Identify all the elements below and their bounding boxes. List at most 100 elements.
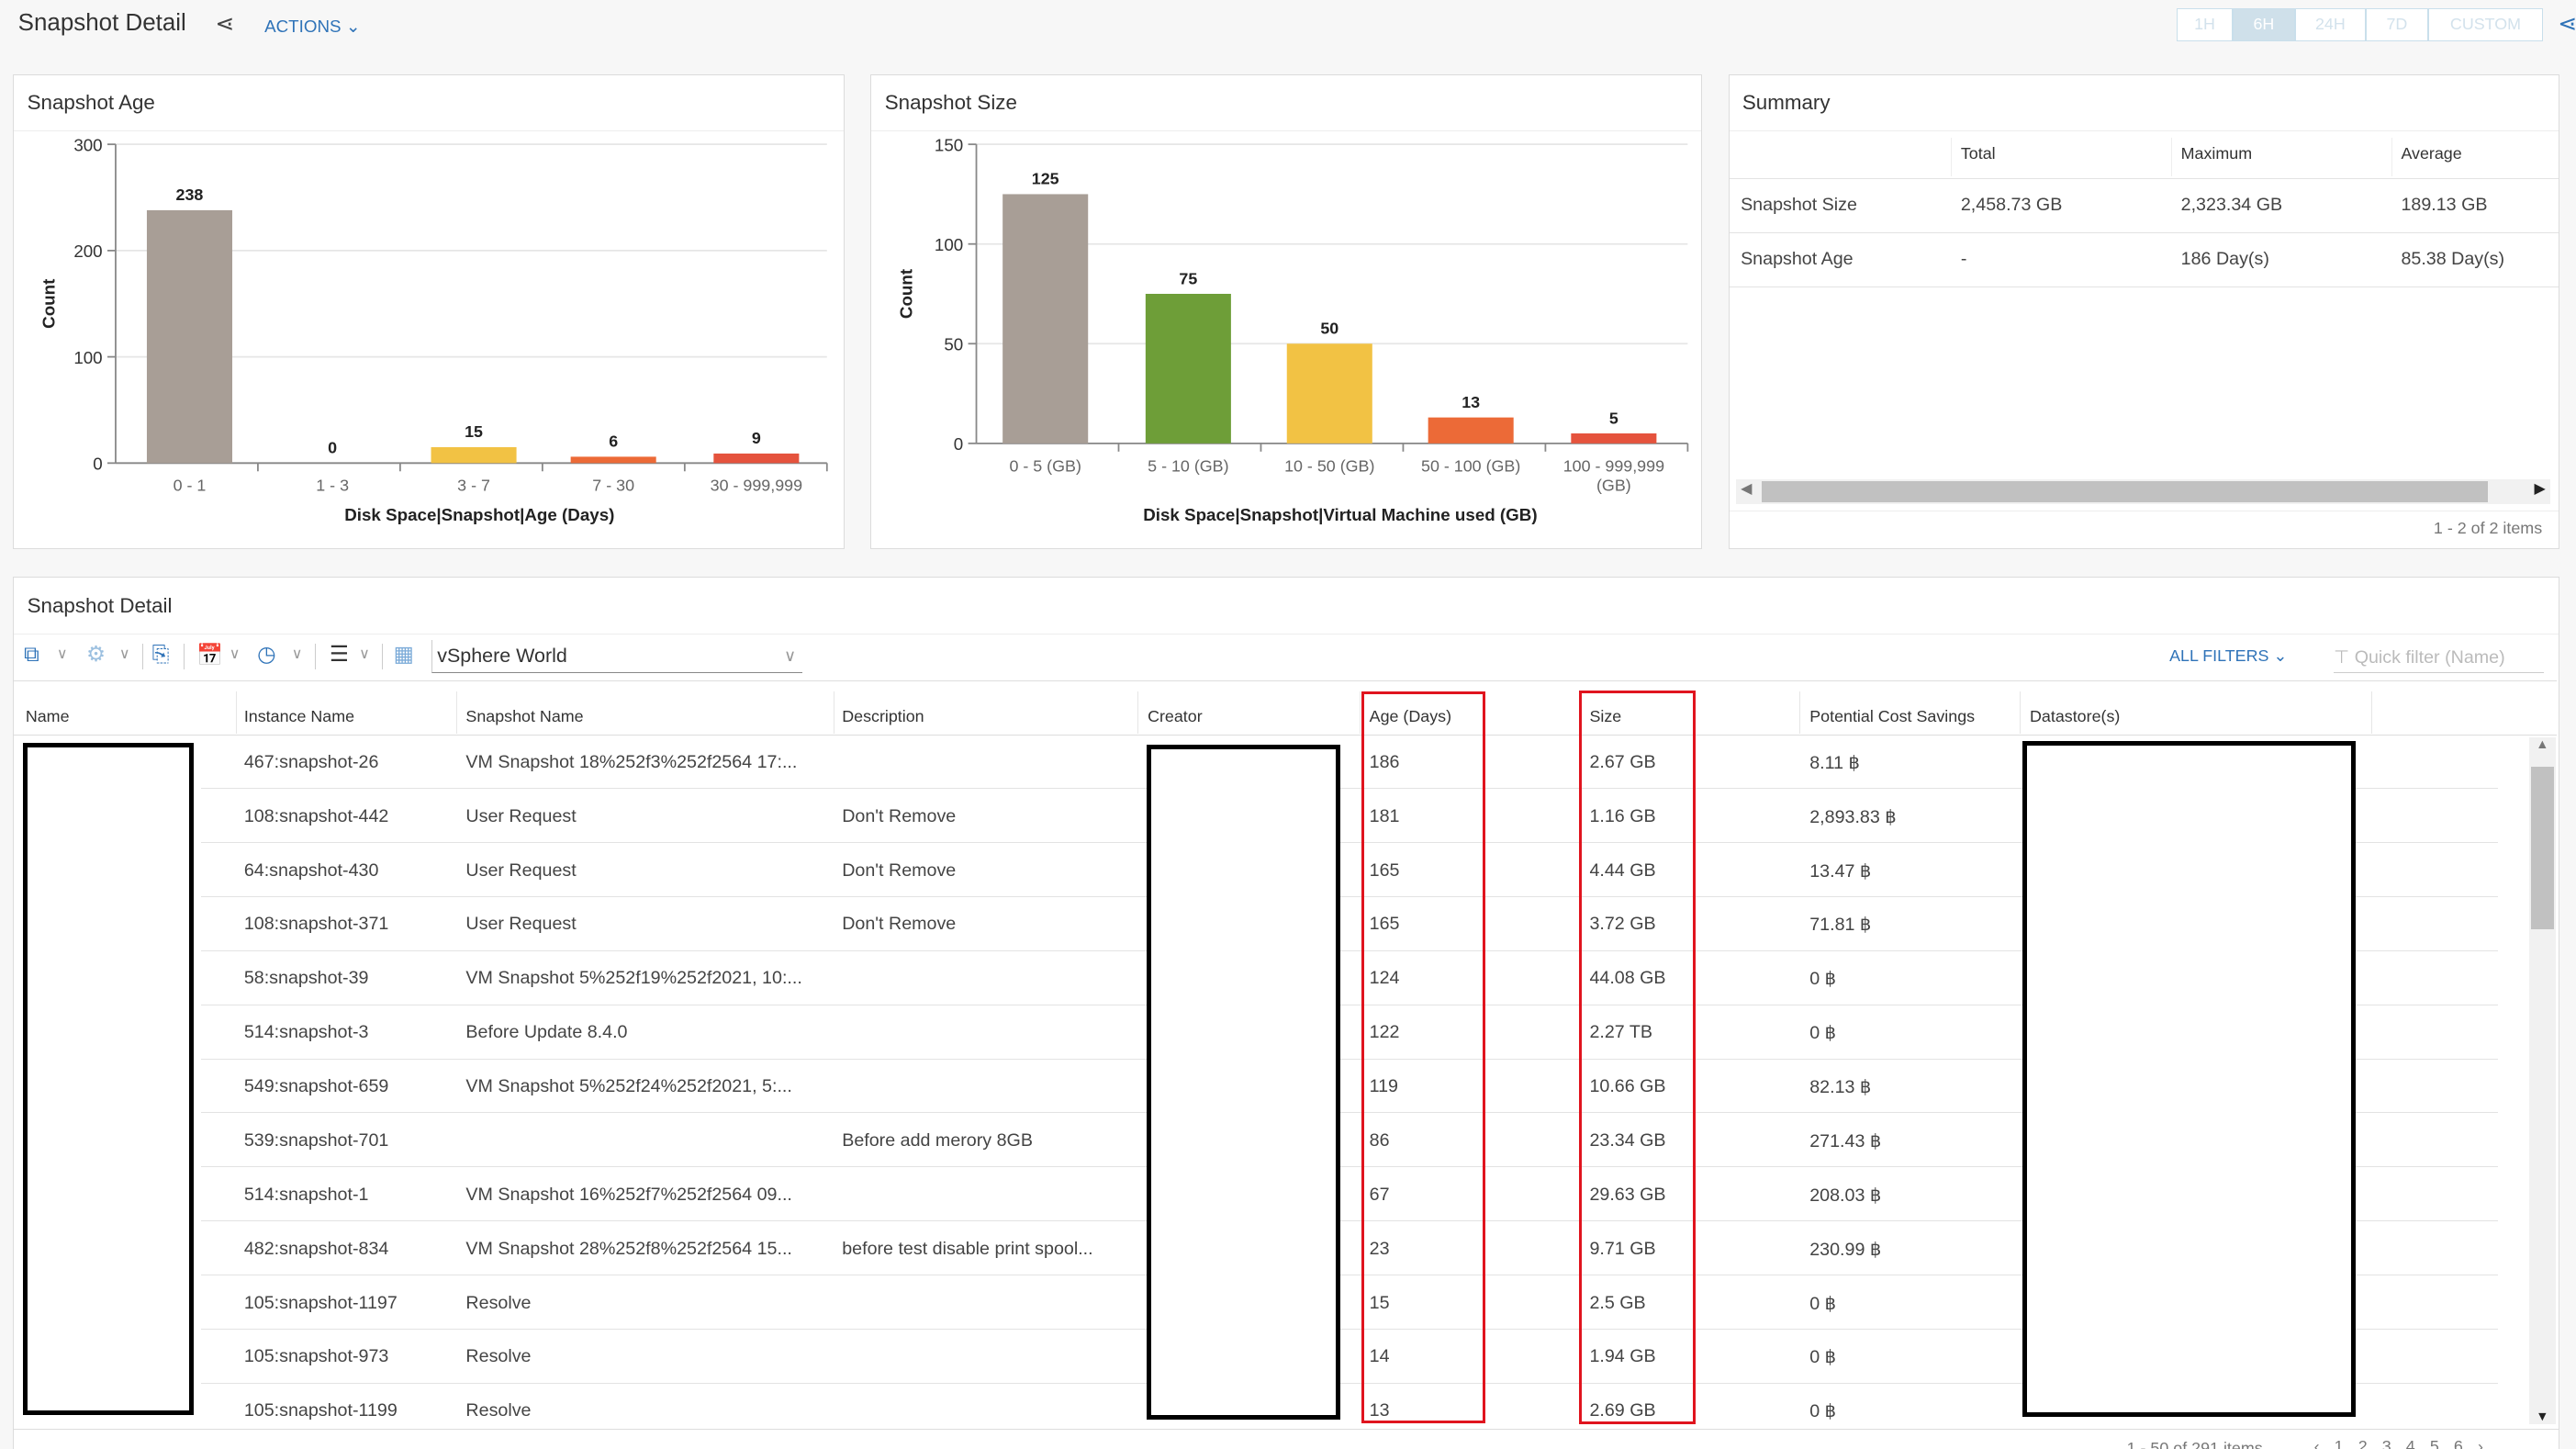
cell-description: Don't Remove (842, 859, 957, 881)
open-external-icon[interactable]: ⧉ (24, 642, 39, 667)
cell-instance-name: 539:snapshot-701 (243, 1129, 389, 1151)
chevron-down-icon: ⌄ (345, 16, 361, 36)
horizontal-scrollbar[interactable]: ◀ ▶ (1735, 478, 2551, 504)
y-axis-label: Count (897, 268, 916, 319)
x-axis-label: Disk Space|Snapshot|Age (Days) (345, 504, 615, 523)
prev-page-button[interactable]: ‹ (2314, 1437, 2320, 1449)
cell-potential-cost-savings: 2,893.83 ฿ (1809, 806, 1897, 827)
cell-snapshot-name: User Request (465, 859, 577, 881)
cell-potential-cost-savings: 0 ฿ (1809, 969, 1837, 990)
page-button[interactable]: 1 (2335, 1437, 2344, 1449)
share-icon[interactable]: ⋖ (215, 10, 234, 38)
vertical-scrollbar[interactable]: ▲ ▼ (2529, 736, 2556, 1424)
x-tick-label: 50 - 100 (GB) (1421, 456, 1520, 475)
quick-filter-input[interactable]: ⊤ Quick filter (Name) (2334, 642, 2545, 673)
page-button[interactable]: 6 (2454, 1437, 2463, 1449)
filter-icon: ⊤ (2334, 646, 2350, 668)
column-header-description[interactable]: Description (842, 707, 924, 726)
redacted-name-column (23, 742, 195, 1415)
chevron-down-icon[interactable]: ∨ (292, 645, 303, 663)
cell-instance-name: 514:snapshot-3 (243, 1022, 369, 1043)
scrollbar-thumb[interactable] (1762, 480, 2489, 502)
cell-description: before test disable print spool... (842, 1238, 1093, 1259)
page-button[interactable]: 2 (2358, 1437, 2368, 1449)
page-button[interactable]: 3 (2382, 1437, 2391, 1449)
time-range-6h[interactable]: 6H (2232, 7, 2295, 41)
snapshot-size-chart: 0 50 100 150 125 0 - 5 (GB) 75 5 - 10 (GB) 50 10 … (897, 135, 1689, 523)
column-header-name[interactable]: Name (26, 707, 70, 726)
toolbar: ⧉ ∨ ⚙ ∨ ⎘ 📅 ∨ ◷ ∨ ☰ ∨ ▦ vSphere World ∨ ALL F… (14, 635, 2558, 681)
time-range-1h[interactable]: 1H (2177, 7, 2233, 41)
chevron-down-icon[interactable]: ∨ (119, 645, 130, 663)
time-range-24h[interactable]: 24H (2294, 7, 2366, 41)
summary-footer: 1 - 2 of 2 items (2433, 518, 2543, 537)
data-label: 13 (1462, 392, 1481, 410)
y-tick-label: 100 (935, 234, 963, 253)
column-header-datastore-s[interactable]: Datastore(s) (2030, 707, 2120, 726)
x-tick-label: 10 - 50 (GB) (1285, 456, 1375, 475)
data-label: 9 (752, 429, 761, 447)
scroll-up-icon[interactable]: ▲ (2536, 737, 2548, 752)
cell-description: Don't Remove (842, 914, 957, 935)
chevron-down-icon[interactable]: ∨ (359, 645, 370, 663)
x-axis-label: Disk Space|Snapshot|Virtual Machine used… (1144, 504, 1538, 523)
bar-2 (431, 446, 517, 463)
redacted-creator-column (1147, 744, 1341, 1421)
page-title: Snapshot Detail (17, 9, 186, 36)
datacenter-icon[interactable]: ▦ (394, 642, 414, 667)
scroll-left-icon[interactable]: ◀ (1741, 479, 1752, 498)
chevron-down-icon[interactable]: ∨ (230, 645, 241, 663)
column-header-instance-name[interactable]: Instance Name (244, 707, 354, 726)
page-button[interactable]: 5 (2430, 1437, 2439, 1449)
y-tick-label: 100 (74, 347, 103, 366)
cell-potential-cost-savings: 13.47 ฿ (1809, 860, 1872, 882)
data-label: 0 (328, 438, 337, 456)
cell-instance-name: 105:snapshot-973 (243, 1346, 389, 1367)
y-tick-label: 50 (945, 334, 964, 354)
cell-potential-cost-savings: 0 ฿ (1809, 1293, 1837, 1314)
actions-menu[interactable]: ACTIONS ⌄ (264, 17, 360, 37)
time-range-7d[interactable]: 7D (2365, 7, 2428, 41)
x-tick-label: 5 - 10 (GB) (1148, 456, 1229, 475)
scroll-right-icon[interactable]: ▶ (2535, 479, 2546, 498)
column-header-snapshot-name[interactable]: Snapshot Name (465, 707, 583, 726)
x-tick-label: 7 - 30 (593, 476, 635, 494)
summary-cell: 189.13 GB (2401, 195, 2488, 216)
page-button[interactable]: 4 (2406, 1437, 2415, 1449)
next-page-button[interactable]: › (2478, 1437, 2483, 1449)
share-link-icon[interactable]: ⋖ (2558, 10, 2576, 38)
cell-potential-cost-savings: 0 ฿ (1809, 1347, 1837, 1368)
data-label: 15 (465, 422, 483, 441)
all-filters-button[interactable]: ALL FILTERS ⌄ (2169, 646, 2287, 666)
summary-col-maximum[interactable]: Maximum (2181, 144, 2252, 163)
summary-col-average[interactable]: Average (2401, 144, 2461, 163)
scope-select[interactable]: vSphere World ∨ (431, 640, 803, 673)
summary-col-total[interactable]: Total (1961, 144, 1996, 163)
bar-1 (1146, 293, 1232, 444)
time-range-custom[interactable]: CUSTOM (2427, 7, 2544, 41)
calendar-icon[interactable]: 📅 (196, 642, 223, 668)
column-header-creator[interactable]: Creator (1148, 707, 1203, 726)
cell-description: Before add merory 8GB (842, 1129, 1033, 1151)
export-icon[interactable]: ⎘ (152, 642, 170, 667)
cell-potential-cost-savings: 0 ฿ (1809, 1023, 1837, 1044)
y-tick-label: 150 (935, 135, 963, 154)
redacted-datastore-column (2022, 741, 2357, 1417)
data-label: 5 (1609, 409, 1618, 427)
bar-3 (570, 455, 657, 463)
cell-potential-cost-savings: 0 ฿ (1809, 1401, 1837, 1422)
gear-icon[interactable]: ⚙ (86, 642, 106, 667)
scroll-down-icon[interactable]: ▼ (2536, 1410, 2548, 1424)
cell-instance-name: 467:snapshot-26 (243, 751, 379, 772)
cell-instance-name: 58:snapshot-39 (243, 968, 369, 989)
scrollbar-thumb[interactable] (2530, 766, 2554, 930)
summary-cell: 2,458.73 GB (1960, 195, 2063, 216)
cell-snapshot-name: User Request (465, 914, 577, 935)
list-icon[interactable]: ☰ (330, 642, 349, 667)
chevron-down-icon[interactable]: ∨ (57, 645, 68, 663)
y-tick-label: 0 (954, 434, 963, 454)
clock-icon[interactable]: ◷ (257, 642, 275, 667)
column-header-potential-cost-savings[interactable]: Potential Cost Savings (1809, 707, 1975, 726)
x-tick-label: 100 - 999,999 (GB) (1563, 456, 1664, 494)
cell-snapshot-name: Before Update 8.4.0 (465, 1022, 628, 1043)
